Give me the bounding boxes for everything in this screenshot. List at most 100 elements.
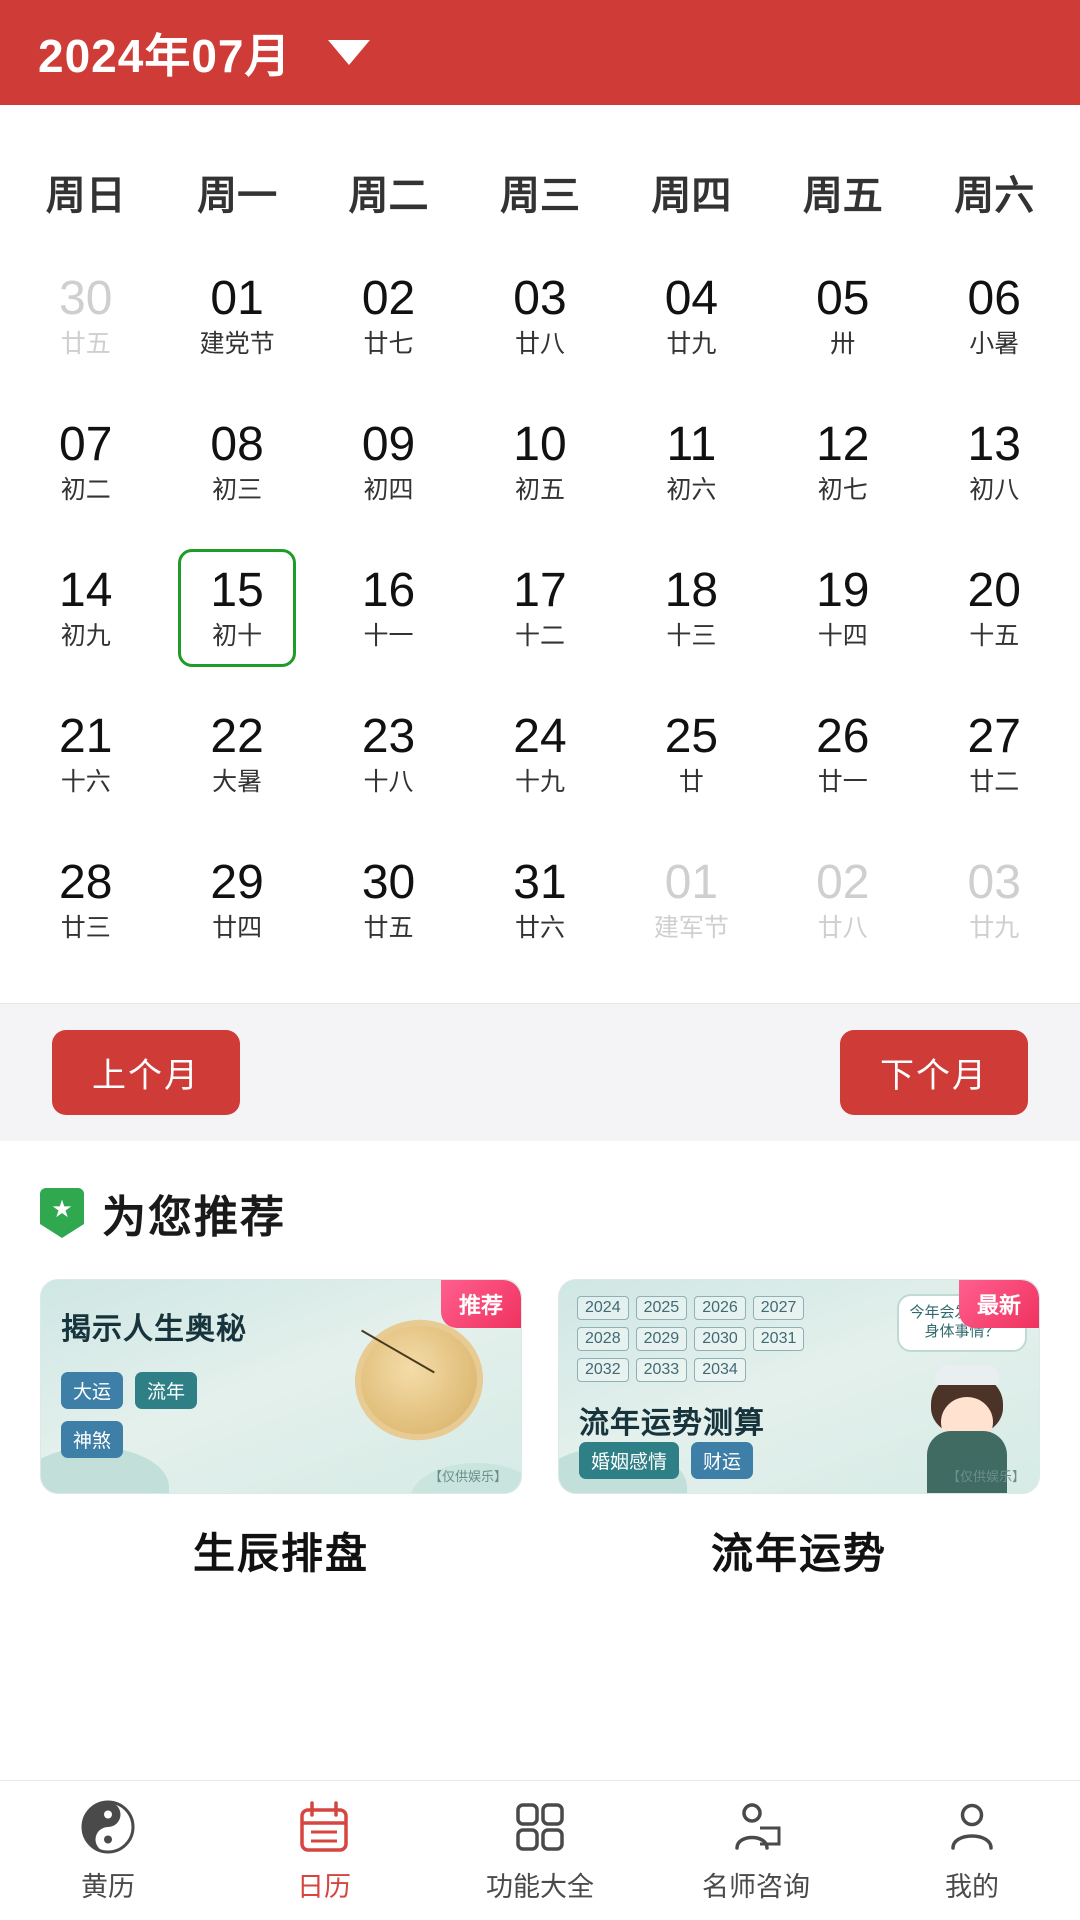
day-lunar-label: 廿八	[515, 331, 565, 359]
card-artwork: 2024202520262027202820292030203120322033…	[558, 1279, 1040, 1494]
weekday-sunday: 周日	[10, 145, 161, 247]
day-number: 10	[513, 419, 566, 471]
year-chip: 2026	[694, 1296, 746, 1320]
next-month-button[interactable]: 下个月	[840, 1030, 1028, 1115]
prev-month-button[interactable]: 上个月	[52, 1030, 240, 1115]
nav-item-profile[interactable]: 我的	[864, 1798, 1080, 1904]
card-art-title: 揭示人生奥秘	[61, 1304, 247, 1348]
art-tag: 大运	[61, 1372, 123, 1409]
day-number: 29	[210, 857, 263, 909]
day-box: 21十六	[27, 695, 145, 813]
recommend-cards: 揭示人生奥秘 大运 流年 神煞 推荐 【仅供娱乐】 生辰排盘 202420252…	[40, 1279, 1040, 1581]
teacher-icon	[727, 1798, 785, 1856]
calendar-day-cell[interactable]: 23 十八	[313, 685, 464, 825]
day-lunar-label: 初五	[515, 477, 565, 505]
card-badge: 推荐	[441, 1280, 521, 1328]
nav-item-calendar[interactable]: 日历	[216, 1798, 432, 1904]
calendar-day-cell[interactable]: 07初二	[10, 393, 161, 533]
calendar-day-cell[interactable]: 01建军节	[616, 831, 767, 971]
calendar-day-cell[interactable]: 29 廿四	[161, 831, 312, 971]
day-number: 22	[210, 711, 263, 763]
weekday-friday: 周五	[767, 145, 918, 247]
recommend-card-fortune[interactable]: 2024202520262027202820292030203120322033…	[558, 1279, 1040, 1581]
year-chip: 2029	[636, 1327, 688, 1351]
day-lunar-label: 大暑	[212, 769, 262, 797]
calendar-day-cell[interactable]: 09初四	[313, 393, 464, 533]
day-box: 16十一	[330, 549, 448, 667]
calendar-day-cell[interactable]: 06小暑	[919, 247, 1070, 387]
calendar-day-cell[interactable]: 02廿八	[767, 831, 918, 971]
calendar-day-cell[interactable]: 30廿五	[313, 831, 464, 971]
day-box: 29 廿四	[178, 841, 296, 959]
day-number: 02	[816, 857, 869, 909]
calendar-day-cell[interactable]: 15初十	[161, 539, 312, 679]
calendar-day-cell[interactable]: 08 初三	[161, 393, 312, 533]
calendar-day-cell[interactable]: 03廿九	[919, 831, 1070, 971]
calendar-day-cell[interactable]: 20十五	[919, 539, 1070, 679]
calendar-day-cell[interactable]: 25廿	[616, 685, 767, 825]
calendar-day-cell[interactable]: 11初六	[616, 393, 767, 533]
card-year-chips: 2024202520262027202820292030203120322033…	[577, 1296, 827, 1382]
calendar-day-cell[interactable]: 13初八	[919, 393, 1070, 533]
app-header: 2024年07月	[0, 0, 1080, 105]
calendar-day-cell[interactable]: 18十三	[616, 539, 767, 679]
day-number: 01	[665, 857, 718, 909]
calendar-day-cell[interactable]: 12初七	[767, 393, 918, 533]
day-number: 08	[210, 419, 263, 471]
day-lunar-label: 十四	[818, 623, 868, 651]
day-box: 12初七	[784, 403, 902, 521]
calendar-day-cell[interactable]: 24十九	[464, 685, 615, 825]
calendar-day-cell[interactable]: 21十六	[10, 685, 161, 825]
card-artwork: 揭示人生奥秘 大运 流年 神煞 推荐 【仅供娱乐】	[40, 1279, 522, 1494]
calendar-week-row: 14初九15初十16十一17十二18十三 19 十四 20十五	[10, 539, 1070, 679]
day-lunar-label: 廿五	[364, 915, 414, 943]
day-lunar-label: 建党节	[200, 331, 275, 359]
day-lunar-label: 十八	[364, 769, 414, 797]
day-number: 30	[59, 273, 112, 325]
calendar-day-cell[interactable]: 19 十四	[767, 539, 918, 679]
day-lunar-label: 小暑	[969, 331, 1019, 359]
calendar-weeks: 30廿五01建党节02廿七03廿八04廿九05卅06小暑07初二08初三09初四…	[10, 247, 1070, 971]
yinyang-icon	[79, 1798, 137, 1856]
day-number: 20	[968, 565, 1021, 617]
calendar-day-cell[interactable]: 17十二	[464, 539, 615, 679]
calendar-day-cell[interactable]: 28廿三	[10, 831, 161, 971]
day-lunar-label: 廿九	[969, 915, 1019, 943]
day-lunar-label: 廿四	[212, 915, 262, 943]
calendar-day-cell[interactable]: 30廿五	[10, 247, 161, 387]
day-lunar-label: 十九	[515, 769, 565, 797]
day-lunar-label: 廿九	[666, 331, 716, 359]
calendar-day-cell[interactable]: 31廿六	[464, 831, 615, 971]
day-number: 19	[816, 565, 869, 617]
calendar-day-cell[interactable]: 14初九	[10, 539, 161, 679]
day-box: 04廿九	[632, 257, 750, 375]
nav-item-huangli[interactable]: 黄历	[0, 1798, 216, 1904]
calendar-day-cell[interactable]: 26廿一	[767, 685, 918, 825]
calendar-day-cell[interactable]: 27廿二	[919, 685, 1070, 825]
day-lunar-label: 廿一	[818, 769, 868, 797]
day-number: 23	[362, 711, 415, 763]
nav-item-consult[interactable]: 名师咨询	[648, 1798, 864, 1904]
card-art-note: 【仅供娱乐】	[947, 1466, 1025, 1485]
calendar-day-cell[interactable]: 04廿九	[616, 247, 767, 387]
calendar-day-cell[interactable]: 05卅	[767, 247, 918, 387]
day-number: 15	[210, 565, 263, 617]
chevron-down-icon[interactable]	[328, 40, 370, 65]
day-lunar-label: 初二	[61, 477, 111, 505]
calendar-day-cell[interactable]: 02廿七	[313, 247, 464, 387]
day-number: 13	[968, 419, 1021, 471]
calendar-day-cell[interactable]: 03廿八	[464, 247, 615, 387]
nav-item-functions[interactable]: 功能大全	[432, 1798, 648, 1904]
day-lunar-label: 卅	[830, 331, 855, 359]
page-title[interactable]: 2024年07月	[38, 20, 292, 86]
calendar-week-row: 28廿三 29 廿四 30廿五31廿六01建军节02廿八03廿九	[10, 831, 1070, 971]
card-art-note: 【仅供娱乐】	[429, 1466, 507, 1485]
day-box: 08 初三	[178, 403, 296, 521]
calendar-day-cell[interactable]: 01建党节	[161, 247, 312, 387]
recommend-card-bazi[interactable]: 揭示人生奥秘 大运 流年 神煞 推荐 【仅供娱乐】 生辰排盘	[40, 1279, 522, 1581]
day-lunar-label: 初四	[364, 477, 414, 505]
day-lunar-label: 初三	[212, 477, 262, 505]
calendar-day-cell[interactable]: 10 初五	[464, 393, 615, 533]
calendar-day-cell[interactable]: 22 大暑	[161, 685, 312, 825]
calendar-day-cell[interactable]: 16十一	[313, 539, 464, 679]
